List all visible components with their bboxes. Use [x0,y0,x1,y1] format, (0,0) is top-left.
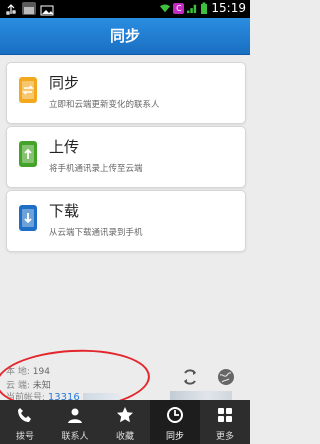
upload-card[interactable]: 上传 将手机通讯录上传至云端 [6,126,246,188]
battery-icon [201,2,208,14]
star-icon [117,407,133,423]
tab-more[interactable]: 更多 [200,400,250,444]
tab-contacts[interactable]: 联系人 [50,400,100,444]
tab-favorites-label: 收藏 [115,432,134,442]
globe-icon[interactable] [216,367,236,387]
status-time: 15:19 [211,1,246,15]
sim-badge: C [173,2,185,14]
tab-sync-label: 同步 [165,432,184,442]
tab-contacts-label: 联系人 [61,432,89,442]
image-icon [40,2,54,16]
tab-dial[interactable]: 拨号 [0,400,50,444]
contacts-icon [68,408,82,423]
wifi-icon [160,4,171,12]
status-bar: C 15:19 [0,0,250,18]
upload-card-desc: 将手机通讯录上传至云端 [49,164,143,174]
status-left [4,2,54,16]
signal-bars-icon [187,4,197,13]
upload-card-title: 上传 [49,138,80,156]
sync-card-desc: 立即和云端更新变化的联系人 [49,100,160,110]
status-right: C 15:19 [160,1,246,15]
refresh-icon[interactable] [180,367,200,387]
tab-sync[interactable]: 同步 [150,400,200,444]
phone-icon [18,408,31,422]
download-card-title: 下载 [49,202,80,220]
download-card[interactable]: 下载 从云端下载通讯录到手机 [6,190,246,252]
sync-tab-icon [167,407,183,423]
tab-favorites[interactable]: 收藏 [100,400,150,444]
tab-more-label: 更多 [215,432,234,442]
sync-icon [19,77,37,103]
more-icon [218,408,232,422]
sync-card-title: 同步 [49,74,80,92]
page-title: 同步 [0,18,250,55]
signal-icon [22,2,36,15]
bottom-tab-bar: 拨号 联系人 收藏 同步 更多 [0,400,250,444]
tab-dial-label: 拨号 [15,432,34,442]
sync-card[interactable]: 同步 立即和云端更新变化的联系人 [6,62,246,124]
download-icon [19,205,37,231]
upload-icon [19,141,37,167]
download-card-desc: 从云端下载通讯录到手机 [49,228,143,238]
usb-icon [4,2,18,15]
